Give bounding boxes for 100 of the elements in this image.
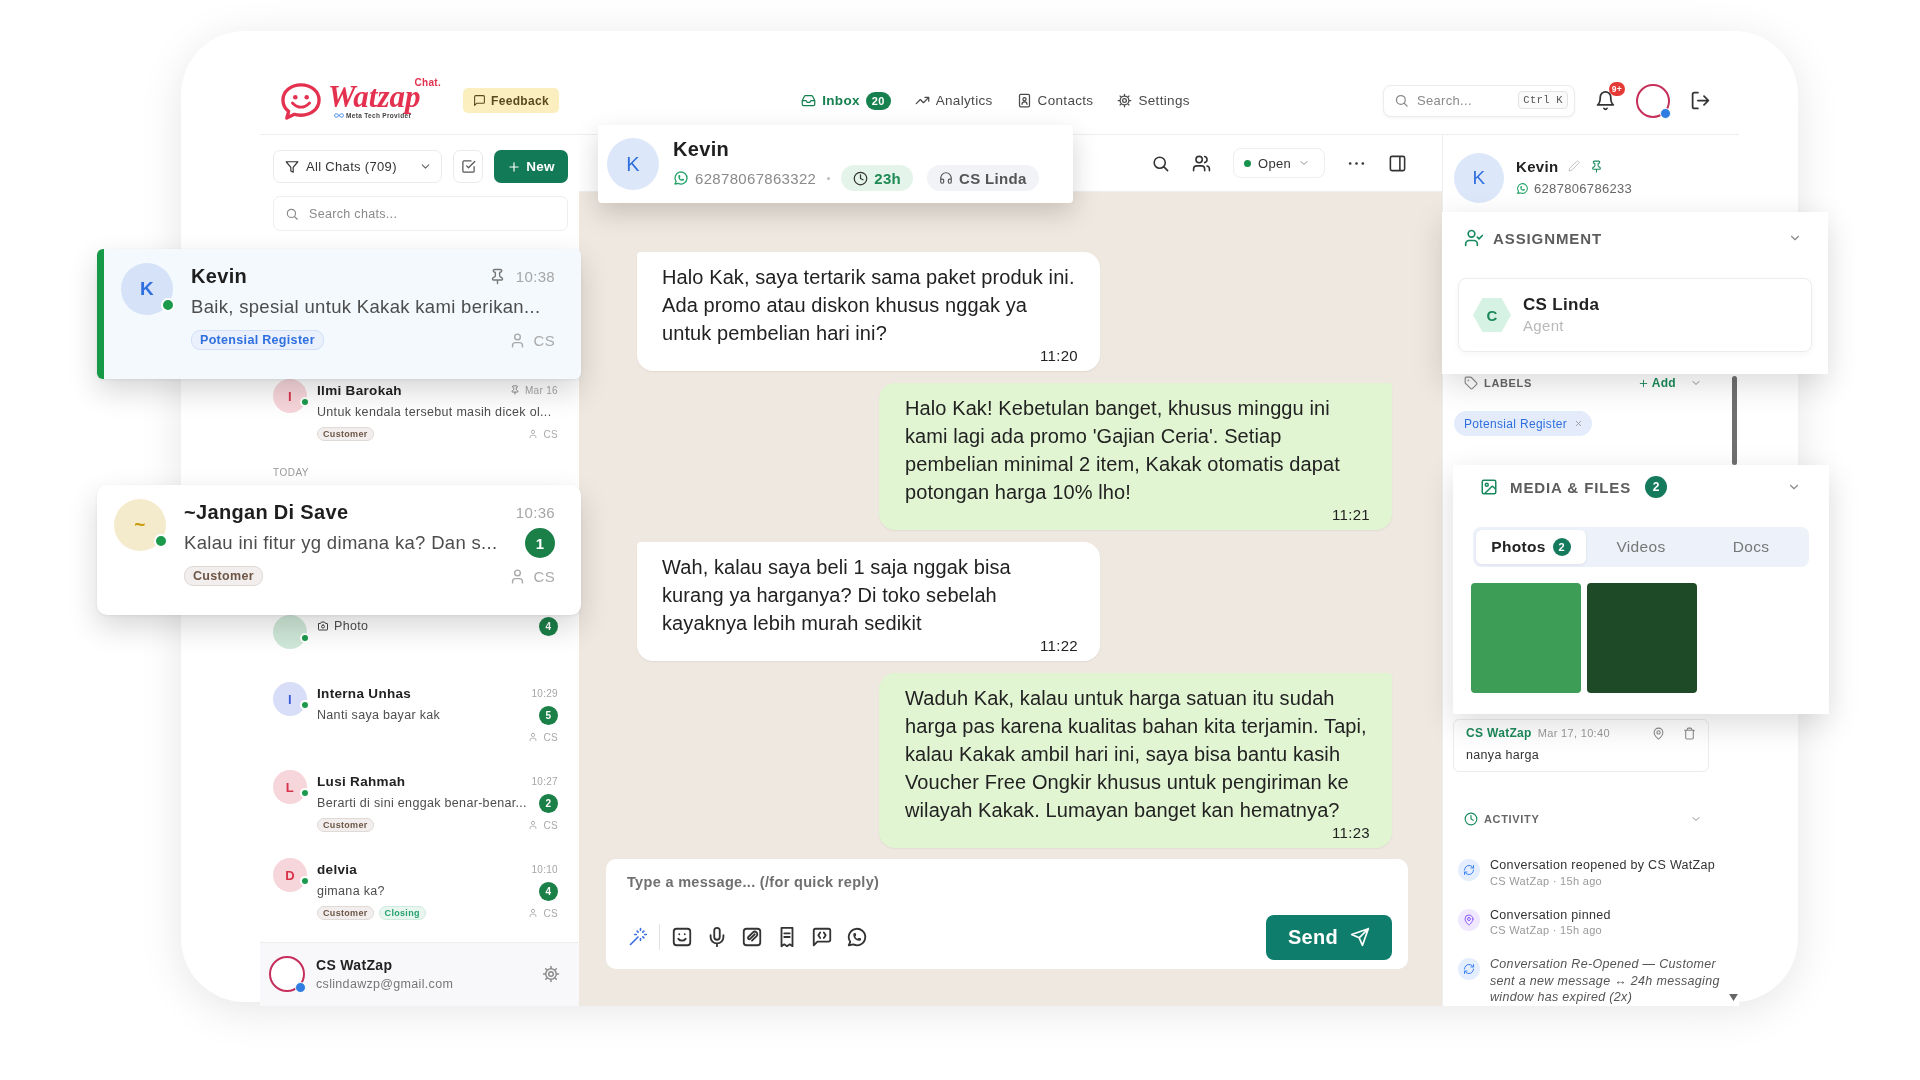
chat-time: 10:36	[515, 503, 555, 521]
feedback-button[interactable]: Feedback	[463, 88, 559, 113]
refresh-icon	[1458, 859, 1480, 881]
media-tab[interactable]: Docs	[1696, 530, 1806, 564]
logo-superscript: Chat.	[414, 76, 442, 88]
section-title: ASSIGNMENT	[1493, 229, 1602, 247]
user-avatar[interactable]	[269, 956, 305, 992]
search-field[interactable]: Search chats...	[273, 196, 568, 231]
search-icon[interactable]	[1151, 153, 1170, 173]
settings-icon[interactable]	[542, 965, 560, 983]
whatsapp-icon	[1516, 181, 1529, 195]
chat-list-item[interactable]: K Kevin 10:38 Baik, spesial untuk Kakak kami berikan... Potensial Register CS	[97, 249, 581, 379]
chat-time: Mar 16	[524, 384, 558, 396]
contact-name: ~Jangan Di Save	[184, 500, 350, 524]
sticker-icon[interactable]	[671, 926, 693, 948]
search-icon	[285, 206, 299, 221]
plus-icon	[1637, 377, 1649, 389]
checkbox-icon	[460, 159, 476, 174]
magic-wand-icon[interactable]	[628, 927, 648, 947]
message-time: 11:20	[1039, 347, 1078, 365]
phone-number: 62878067863322	[695, 169, 817, 187]
users-icon[interactable]	[1192, 153, 1211, 173]
user-check-icon	[1464, 228, 1484, 248]
settings-icon	[1117, 93, 1133, 108]
logout-icon[interactable]	[1690, 90, 1711, 111]
unread-count: 4	[539, 616, 558, 636]
bell-icon[interactable]	[1595, 90, 1616, 111]
filter-icon	[285, 159, 299, 174]
filter-dropdown[interactable]: All Chats (709)	[273, 150, 442, 183]
assignee-label: CS	[533, 331, 555, 349]
nav-tab[interactable]: Contacts	[1016, 93, 1094, 108]
status-dot-icon	[1244, 159, 1251, 167]
assignee-label: CS	[543, 731, 558, 743]
search-icon	[1394, 93, 1409, 108]
verified-icon	[295, 982, 306, 993]
nav-tab[interactable]: Inbox 20	[801, 91, 891, 110]
plus-icon	[507, 159, 522, 174]
avatar: K	[1454, 153, 1504, 203]
agent-role: Agent	[1523, 316, 1565, 336]
phone-number: 6287806786233	[1534, 180, 1633, 196]
pin-icon[interactable]	[1590, 159, 1604, 173]
location-pin-icon[interactable]	[1652, 726, 1665, 740]
trash-icon[interactable]	[1683, 726, 1696, 740]
agent-name: CS Linda	[959, 169, 1027, 187]
message-text: Halo Kak! Kebetulan banget, khusus minggu ini kami lagi ada promo 'Gajian Ceria'. Setiap pembelian minimal 2 item, Kakak otomatis dapat potongan harga 10% lho!	[905, 396, 1341, 505]
contact-name: Interna Unhas	[317, 685, 413, 701]
section-label: TODAY	[273, 466, 310, 480]
label-tag: Customer	[317, 427, 374, 441]
nav-tab[interactable]: Analytics	[914, 93, 993, 108]
contact-card-icon	[1016, 93, 1032, 108]
message-preview: Baik, spesial untuk Kakak kami berikan...	[191, 296, 542, 318]
assignee-label: CS	[543, 819, 558, 831]
avatar: C	[1473, 296, 1511, 334]
account-name: CS WatZap	[316, 955, 394, 975]
message-input[interactable]: Type a message... (/for quick reply)	[624, 870, 1392, 893]
scrollbar-thumb[interactable]	[1732, 376, 1737, 465]
activity-text: Conversation Re-Opened — Customer sent a new message ↔ 24h messaging window has expired (2x)	[1490, 956, 1721, 1006]
side-panel-icon[interactable]	[1388, 153, 1407, 173]
select-button[interactable]	[453, 150, 483, 183]
label-tag: Customer	[184, 566, 263, 586]
activity-text: Conversation reopened by CS WatZap	[1490, 857, 1717, 874]
infinity-icon	[334, 113, 344, 118]
avatar: D	[273, 858, 307, 892]
media-tab[interactable]: Photos 2	[1476, 530, 1586, 564]
attachment-icon[interactable]	[741, 926, 763, 948]
scroll-down-icon[interactable]	[1729, 993, 1738, 1001]
unread-count: 4	[539, 881, 558, 901]
code-message-icon[interactable]	[811, 926, 833, 948]
account-email: cslindawzp@gmail.com	[316, 975, 455, 993]
user-icon	[528, 820, 539, 830]
photos-count: 2	[1552, 538, 1571, 556]
message-time: 11:23	[1331, 824, 1370, 842]
nav-tab[interactable]: Settings	[1117, 93, 1190, 108]
message-time: 11:21	[1331, 506, 1370, 524]
chat-time: 10:38	[515, 267, 555, 285]
contact-name: Lusi Rahmah	[317, 773, 407, 789]
label-tag: Customer	[317, 906, 374, 920]
photo-thumbnail[interactable]	[1587, 583, 1697, 693]
chat-list-item[interactable]: ~ ~Jangan Di Save 10:36 Kalau ini fitur yg dimana ka? Dan s... 1 Customer CS	[97, 485, 581, 615]
chat-time: 10:29	[531, 687, 558, 699]
contact-name: Kevin	[673, 137, 731, 161]
avatar: K	[121, 263, 173, 315]
photo-thumbnail[interactable]	[1471, 583, 1581, 693]
tag-icon	[1464, 376, 1478, 390]
message-preview: Photo	[334, 619, 370, 633]
message-text: Waduh Kak, kalau untuk harga satuan itu sudah harga pas karena kualitas bahan kita terjamin. Tapi, kalau Kakak ambil hari ini, saya bisa bantu kasih Voucher Free Ongkir khusus untuk pengiriman ke wilayah Kakak. Lumayan banget kan hematnya?	[905, 686, 1368, 823]
media-tab[interactable]: Videos	[1586, 530, 1696, 564]
smiley-logo-icon	[280, 81, 322, 120]
message-preview: Nanti saya bayar kak	[317, 708, 442, 722]
whatsapp-icon[interactable]	[846, 926, 868, 948]
add-label-button[interactable]: Add	[1637, 376, 1676, 390]
time-window-text: 23h	[874, 169, 902, 187]
user-icon	[528, 429, 539, 439]
new-chat-button[interactable]: New	[494, 150, 568, 183]
chat-time: 10:27	[531, 775, 558, 787]
send-button[interactable]: Send	[1266, 914, 1392, 960]
label-tag: Potensial Register	[191, 330, 324, 350]
status-dropdown[interactable]: Open	[1233, 148, 1325, 178]
contact-name: Kevin	[1516, 157, 1559, 175]
section-title: ACTIVITY	[1484, 813, 1540, 825]
